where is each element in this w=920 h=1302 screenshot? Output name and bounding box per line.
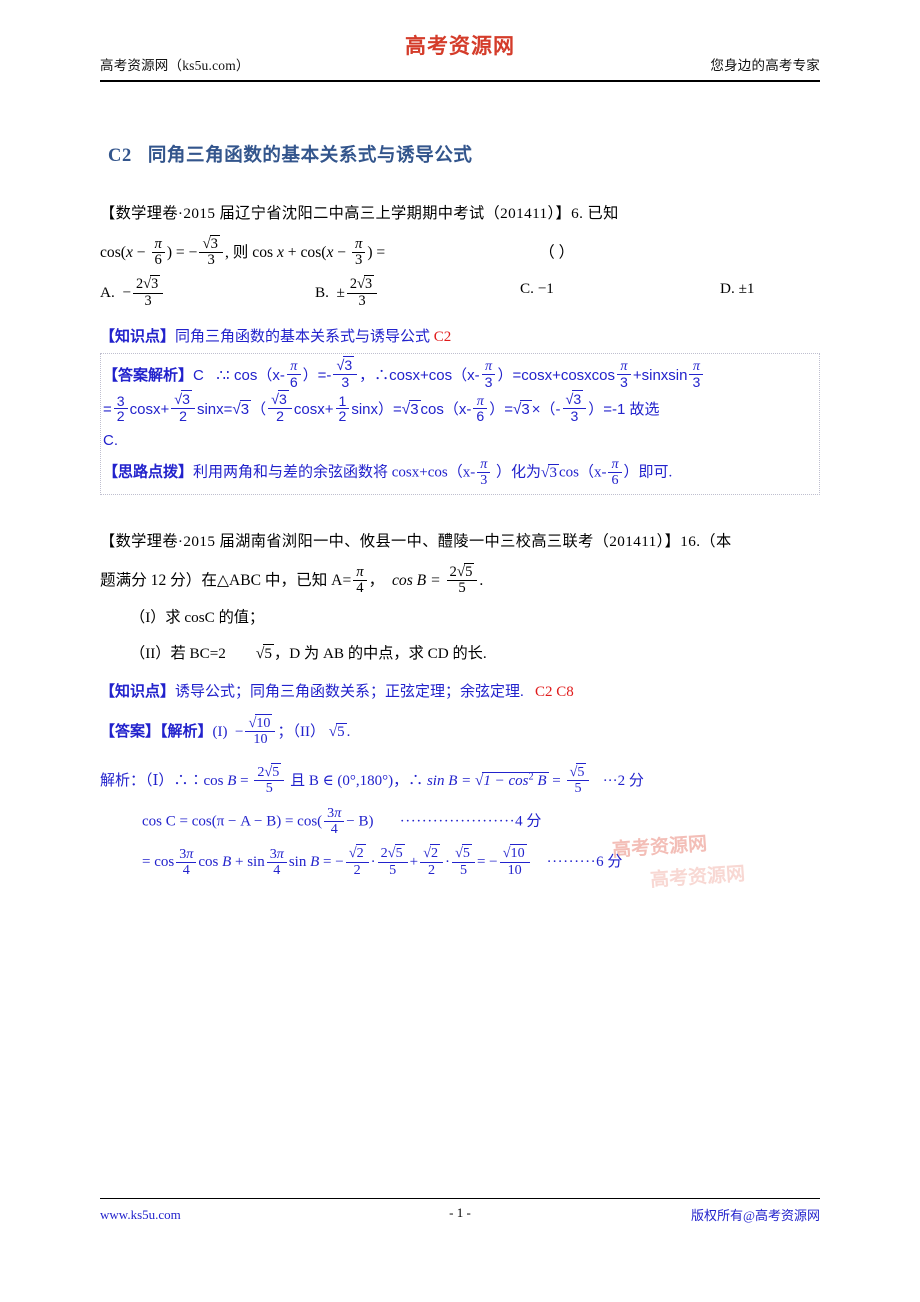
option-d-label: D.	[720, 280, 735, 298]
solution-score-2: ···2 分	[602, 772, 644, 789]
solution-dots-6: ·········	[546, 854, 597, 871]
option-c-label: C.	[520, 280, 534, 298]
answer-label: 【答案解析】	[103, 366, 194, 384]
answer-line-2: = 3 2 cosx+ √3 2 sinx=√3 （√3 2 cosx+ 1 2 sinx）=√3 cos…	[103, 390, 660, 425]
solution-line3-lead: = cos	[142, 854, 175, 871]
problem2-source: 【数学理卷·2015 届湖南省浏阳一中、攸县一中、醴陵一中三校高三联考（2014…	[100, 532, 732, 550]
option-c-value: −1	[537, 280, 554, 298]
solution-score-4: 4 分	[515, 813, 542, 830]
document-content: C2 同角三角函数的基本关系式与诱导公式 【数学理卷·2015 届辽宁省沈阳二中高…	[100, 90, 820, 877]
solution-line-3: = cos 3π 4 cos B + sin 3π 4 sin B = − √2 2 · 2√5 5 +…	[142, 844, 623, 878]
problem2-knowledge: 【知识点】诱导公式；同角三角函数关系；正弦定理；余弦定理. C2 C8	[100, 678, 820, 707]
problem2-stem-lead: 题满分 12 分）在△ABC 中，已知 A=	[100, 571, 352, 589]
solution-dots-4: ·····················	[399, 813, 516, 830]
solution-cosb-cond: 且 B ∈ (0°,180°)，	[290, 772, 409, 789]
answer-label-2: 【答案】【解析】	[100, 723, 213, 740]
knowledge-text: 同角三角函数的基本关系式与诱导公式	[175, 328, 431, 345]
problem1-stem: cos(x − π 6) = − √3 3, 则 cos x + cos(x − π3…	[100, 234, 575, 269]
knowledge-codes-2: C2 C8	[535, 683, 574, 700]
knowledge-label-2: 【知识点】	[100, 683, 176, 700]
page-header: 高考资源网 高考资源网（ks5u.com） 您身边的高考专家	[100, 0, 820, 90]
problem2-stem: 题满分 12 分）在△ABC 中，已知 A= π 4， cos B = 2√5 5.	[100, 562, 484, 597]
header-row: 高考资源网（ks5u.com） 您身边的高考专家	[100, 54, 820, 74]
problem2-answer: 【答案】【解析】(I) − √10 10 ；（II） √5.	[100, 714, 351, 748]
problem1-options: A. −2√3 3 B. ±2√3 3 C. −1 D. ±1	[100, 275, 820, 308]
knowledge-label: 【知识点】	[100, 328, 176, 345]
footer-row: www.ks5u.com - 1 - 版权所有@高考资源网	[100, 1205, 820, 1224]
option-b-label: B.	[315, 284, 329, 302]
solution-sinb-label: sin B =	[426, 772, 472, 789]
document-page: 高考资源网 高考资源网（ks5u.com） 您身边的高考专家 高考资源网 高考资…	[0, 0, 920, 1302]
solution-line-2: cos C = cos(π − A − B) = cos(3π 4− B) ···…	[142, 804, 542, 837]
section-title-text: 同角三角函数的基本关系式与诱导公式	[147, 146, 473, 166]
answer-line-3: C.	[103, 431, 118, 449]
page-footer: www.ks5u.com - 1 - 版权所有@高考资源网	[100, 1198, 820, 1224]
footer-divider	[100, 1198, 820, 1199]
section-code: C2	[108, 146, 132, 166]
option-b: B. ±2√3 3	[315, 275, 520, 308]
answer-part2-roman: （II）	[292, 723, 325, 740]
problem1-ze: 则	[232, 243, 249, 261]
solution-lead: 解析：（Ⅰ）	[100, 772, 174, 789]
tip-text-3: cos（x-	[558, 464, 607, 481]
problem1-answer-block: 【答案解析】C ∴∶ cos（x-π 6 ）=- √3 3 ，∴cosx+cos（x-π 3…	[100, 353, 820, 495]
answer-part1-roman: (I)	[212, 723, 228, 740]
option-a-label: A.	[100, 284, 115, 302]
header-tagline: 您身边的高考专家	[710, 58, 820, 73]
tip-text-2: ）化为	[496, 464, 542, 481]
problem1-knowledge: 【知识点】同角三角函数的基本关系式与诱导公式 C2	[100, 323, 820, 352]
header-site-name: 高考资源网（ks5u.com）	[100, 58, 250, 73]
option-a: A. −2√3 3	[100, 275, 315, 308]
answer-choice: C	[193, 366, 204, 384]
tip-label: 【思路点拨】	[103, 464, 194, 481]
problem2-part2-a: （II）若 BC=2	[130, 645, 226, 663]
answer-end: .	[346, 723, 351, 740]
header-divider	[100, 80, 820, 82]
problem1-tip: 【思路点拨】利用两角和与差的余弦函数将 cosx+cos（x-π 3 ）化为√3 c…	[103, 456, 673, 488]
problem1-source: 【数学理卷·2015 届辽宁省沈阳二中高三上学期期中考试（201411）】6. …	[100, 204, 619, 222]
option-d-value: ±1	[738, 280, 755, 298]
knowledge-text-2: 诱导公式；同角三角函数关系；正弦定理；余弦定理.	[175, 683, 524, 700]
page-title: C2 同角三角函数的基本关系式与诱导公式	[108, 142, 820, 171]
option-c: C. −1	[520, 277, 720, 308]
problem1-answer-paren: （ ）	[539, 243, 575, 261]
solution-cosc-lead: cos C = cos(π − A − B) = cos(	[142, 813, 323, 830]
answer-sep: ；	[277, 723, 293, 740]
problem2-part2: （II）若 BC=2 √5 ，D 为 AB 的中点，求 CD 的长.	[130, 644, 487, 663]
knowledge-codes: C2	[433, 328, 452, 345]
tip-text-4: ）即可.	[623, 464, 673, 481]
page-number: - 1 -	[449, 1205, 471, 1220]
solution-score-6: 6 分	[596, 854, 623, 871]
problem2-part2-b: ，D 为 AB 的中点，求 CD 的长.	[274, 645, 487, 663]
tip-text-1: 利用两角和与差的余弦函数将 cosx+cos（x-	[193, 464, 476, 481]
option-d: D. ±1	[720, 277, 755, 308]
solution-line-1: 解析：（Ⅰ）∴∶cos B = 2√5 5 且 B ∈ (0°,180°)，∴ s…	[100, 762, 644, 797]
problem2-cosb-label: cos B =	[392, 571, 441, 589]
solution-cosc-tail: − B)	[346, 813, 374, 830]
answer-line-1: 【答案解析】C ∴∶ cos（x-π 6 ）=- √3 3 ，∴cosx+cos（x-π 3…	[103, 356, 817, 390]
problem2-part1: （I）求 cosC 的值；	[130, 609, 265, 627]
